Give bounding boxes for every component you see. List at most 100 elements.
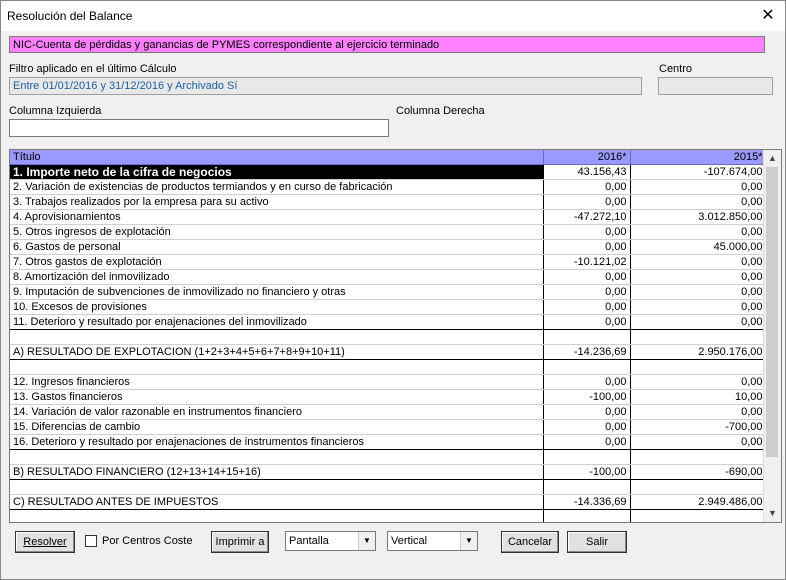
row-title: 4. Aprovisionamientos <box>10 209 544 225</box>
row-value-2015: 0,00 <box>630 434 767 450</box>
chevron-down-icon[interactable]: ▼ <box>460 532 477 550</box>
row-title: 7. Otros gastos de explotación <box>10 254 544 270</box>
cancelar-button[interactable]: Cancelar <box>501 531 559 553</box>
row-value-2016: 0,00 <box>543 239 631 255</box>
row-value-2016 <box>543 329 631 345</box>
row-title: 16. Deterioro y resultado por enajenacio… <box>10 434 544 450</box>
report-name-field[interactable]: NIC-Cuenta de pérdidas y ganancias de PY… <box>9 36 765 53</box>
vertical-scrollbar[interactable]: ▲ ▼ <box>763 150 781 522</box>
row-title <box>10 329 544 345</box>
table-row[interactable]: 4. Aprovisionamientos -47.272,10 3.012.850… <box>10 209 767 225</box>
table-row[interactable]: 10. Excesos de provisiones 0,00 0,00 <box>10 299 767 315</box>
por-centros-label: Por Centros Coste <box>102 535 193 547</box>
imprimir-label: Imprimir a <box>215 536 265 548</box>
row-title: A) RESULTADO DE EXPLOTACION (1+2+3+4+5+6… <box>10 344 544 360</box>
table-row[interactable] <box>10 479 767 495</box>
table-row[interactable]: 3. Trabajos realizados por la empresa pa… <box>10 194 767 210</box>
row-value-2016: 0,00 <box>543 299 631 315</box>
resolver-label: Resolver <box>23 536 67 548</box>
row-value-2015 <box>630 479 767 495</box>
row-title <box>10 509 544 522</box>
row-value-2015: 0,00 <box>630 194 767 210</box>
salir-label: Salir <box>585 536 608 548</box>
table-row[interactable]: C) RESULTADO ANTES DE IMPUESTOS -14.336,6… <box>10 494 767 510</box>
filter-label: Filtro aplicado en el último Cálculo <box>9 63 177 75</box>
row-value-2016 <box>543 359 631 375</box>
scroll-up-icon[interactable]: ▲ <box>764 150 781 167</box>
vertical-select[interactable]: Vertical ▼ <box>387 531 478 551</box>
table-row[interactable]: 13. Gastos financieros -100,00 10,00 <box>10 389 767 405</box>
table-row[interactable]: 9. Imputación de subvenciones de inmovil… <box>10 284 767 300</box>
scroll-thumb[interactable] <box>766 167 778 457</box>
balance-grid[interactable]: Título 2016* 2015* 1. Importe neto de la… <box>9 149 782 523</box>
row-value-2016: 0,00 <box>543 434 631 450</box>
table-row[interactable] <box>10 359 767 375</box>
row-title: 11. Deterioro y resultado por enajenacio… <box>10 314 544 330</box>
row-title: 6. Gastos de personal <box>10 239 544 255</box>
row-value-2016: 0,00 <box>543 179 631 195</box>
table-row[interactable]: A) RESULTADO DE EXPLOTACION (1+2+3+4+5+6… <box>10 344 767 360</box>
centro-label: Centro <box>659 63 693 75</box>
imprimir-button[interactable]: Imprimir a <box>211 531 269 553</box>
row-value-2016 <box>543 509 631 522</box>
table-row[interactable]: 15. Diferencias de cambio 0,00 -700,00 <box>10 419 767 435</box>
table-row[interactable] <box>10 509 767 522</box>
close-icon[interactable]: ✕ <box>757 5 779 27</box>
header-2015[interactable]: 2015* <box>630 150 767 165</box>
scroll-down-icon[interactable]: ▼ <box>764 505 781 522</box>
row-value-2016: 0,00 <box>543 284 631 300</box>
pantalla-select[interactable]: Pantalla ▼ <box>285 531 376 551</box>
row-value-2016: -14.236,69 <box>543 344 631 360</box>
table-row[interactable]: 14. Variación de valor razonable en inst… <box>10 404 767 420</box>
row-value-2015: 3.012.850,00 <box>630 209 767 225</box>
row-value-2015: 0,00 <box>630 404 767 420</box>
table-row[interactable]: 6. Gastos de personal 0,00 45.000,00 <box>10 239 767 255</box>
table-row[interactable]: 12. Ingresos financieros 0,00 0,00 <box>10 374 767 390</box>
row-value-2016: -100,00 <box>543 464 631 480</box>
row-value-2016: 0,00 <box>543 314 631 330</box>
table-row[interactable]: 11. Deterioro y resultado por enajenacio… <box>10 314 767 330</box>
row-value-2015: 0,00 <box>630 314 767 330</box>
table-row[interactable]: 2. Variación de existencias de productos… <box>10 179 767 195</box>
resolver-button[interactable]: Resolver <box>15 531 75 553</box>
table-row[interactable]: 1. Importe neto de la cifra de negocios 4… <box>10 164 767 180</box>
table-row[interactable] <box>10 449 767 465</box>
row-title: 14. Variación de valor razonable en inst… <box>10 404 544 420</box>
row-value-2016: -100,00 <box>543 389 631 405</box>
row-title <box>10 449 544 465</box>
row-value-2016: 43.156,43 <box>543 164 631 180</box>
row-value-2015: 2.949.486,00 <box>630 494 767 510</box>
columna-izquierda-field[interactable] <box>9 119 389 137</box>
row-value-2016: 0,00 <box>543 404 631 420</box>
table-row[interactable]: B) RESULTADO FINANCIERO (12+13+14+15+16)… <box>10 464 767 480</box>
row-value-2015: -700,00 <box>630 419 767 435</box>
row-title: 1. Importe neto de la cifra de negocios <box>10 164 544 180</box>
chevron-down-icon[interactable]: ▼ <box>358 532 375 550</box>
table-row[interactable]: 7. Otros gastos de explotación -10.121,02… <box>10 254 767 270</box>
table-row[interactable] <box>10 329 767 345</box>
filter-field: Entre 01/01/2016 y 31/12/2016 y Archivad… <box>9 77 642 95</box>
row-value-2015: 2.950.176,00 <box>630 344 767 360</box>
header-title[interactable]: Título <box>10 150 544 165</box>
row-value-2015: 0,00 <box>630 374 767 390</box>
row-value-2015: 0,00 <box>630 299 767 315</box>
row-title: C) RESULTADO ANTES DE IMPUESTOS <box>10 494 544 510</box>
row-value-2015: -690,00 <box>630 464 767 480</box>
row-title <box>10 359 544 375</box>
table-row[interactable]: 5. Otros ingresos de explotación 0,00 0,00 <box>10 224 767 240</box>
row-value-2015: 0,00 <box>630 254 767 270</box>
row-value-2016: 0,00 <box>543 419 631 435</box>
table-row[interactable]: 16. Deterioro y resultado por enajenacio… <box>10 434 767 450</box>
row-value-2016 <box>543 449 631 465</box>
resolucion-balance-window: Resolución del Balance ✕ NIC-Cuenta de p… <box>0 0 786 580</box>
header-2016[interactable]: 2016* <box>543 150 631 165</box>
por-centros-checkbox[interactable] <box>85 535 97 547</box>
row-value-2016: -47.272,10 <box>543 209 631 225</box>
row-value-2016 <box>543 479 631 495</box>
row-value-2015: 0,00 <box>630 224 767 240</box>
window-title: Resolución del Balance <box>7 9 133 23</box>
table-row[interactable]: 8. Amortización del inmovilizado 0,00 0,00 <box>10 269 767 285</box>
row-value-2016: 0,00 <box>543 269 631 285</box>
centro-field <box>658 77 773 95</box>
salir-button[interactable]: Salir <box>567 531 627 553</box>
